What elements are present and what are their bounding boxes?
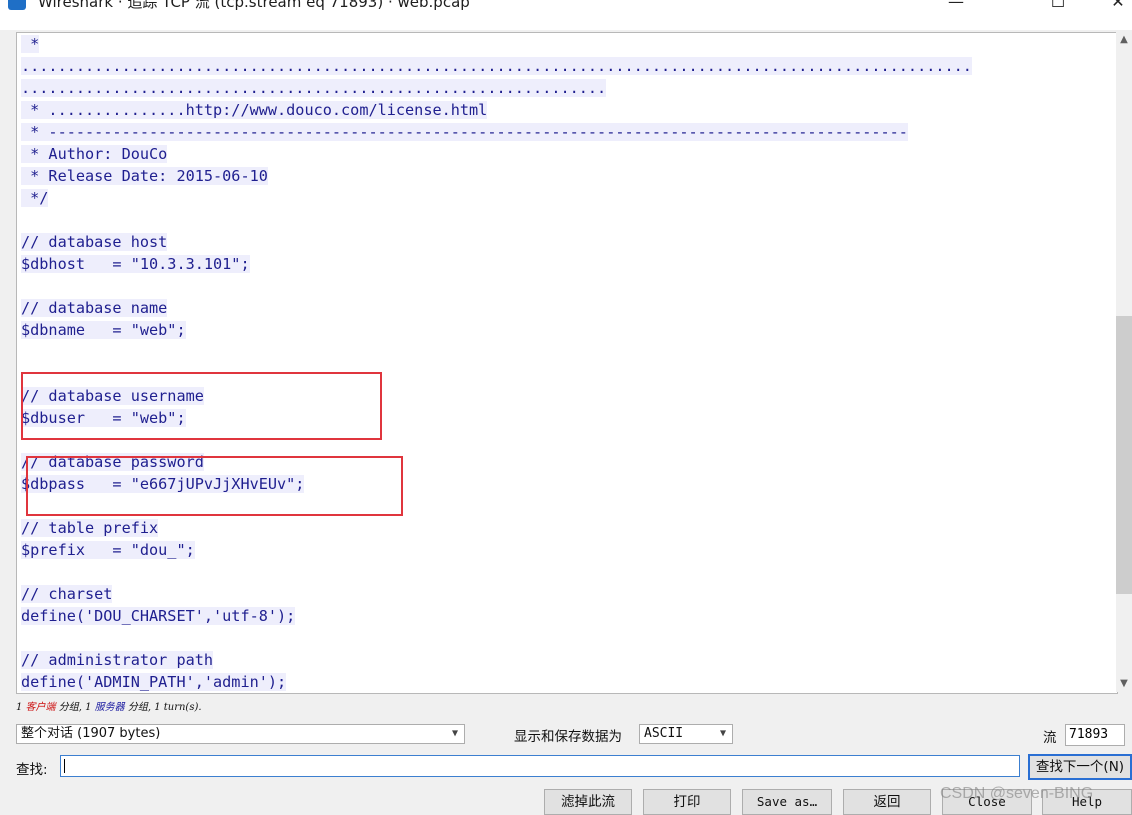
stream-line-text: */ xyxy=(21,189,49,207)
stream-line-text: // database host xyxy=(21,233,168,251)
stream-line: ........................................… xyxy=(21,55,972,77)
maximize-button[interactable]: ☐ xyxy=(1038,0,1078,14)
print-button[interactable]: 打印 xyxy=(643,789,731,815)
stream-line xyxy=(21,627,972,649)
vertical-scrollbar[interactable]: ▲ ▼ xyxy=(1116,32,1132,692)
stream-line-text: // charset xyxy=(21,585,113,603)
filter-out-stream-button[interactable]: 滤掉此流 xyxy=(544,789,632,815)
stream-line-text: // database name xyxy=(21,299,168,317)
stream-line-text: * Author: DouCo xyxy=(21,145,168,163)
window-title: Wireshark · 追踪 TCP 流 (tcp.stream eq 7189… xyxy=(38,0,470,11)
find-input-box[interactable] xyxy=(60,755,1020,778)
scroll-thumb[interactable] xyxy=(1116,316,1132,594)
stream-line-text: $dbname = "web"; xyxy=(21,321,186,339)
stream-line: * xyxy=(21,33,972,55)
server-label: 服务器 xyxy=(94,702,125,713)
stream-line: // charset xyxy=(21,583,972,605)
show-as-label: 显示和保存数据为 xyxy=(514,729,622,745)
stream-text: *.......................................… xyxy=(21,33,972,693)
csdn-watermark: CSDN @seven-BING xyxy=(940,785,1094,802)
conversation-select[interactable]: 整个对话 (1907 bytes) ▼ xyxy=(16,724,465,744)
stream-label: 流 xyxy=(1043,730,1057,746)
stream-line-text: define('ADMIN_PATH','admin'); xyxy=(21,673,287,691)
find-label: 查找: xyxy=(16,762,48,778)
show-as-select[interactable]: ASCII ▼ xyxy=(639,724,733,744)
stream-line: define('DOU_CHARSET','utf-8'); xyxy=(21,605,972,627)
stream-line: $dbname = "web"; xyxy=(21,319,972,341)
text-caret xyxy=(64,759,65,773)
chevron-down-icon: ▼ xyxy=(719,728,726,739)
stream-number-spinbox[interactable]: 71893 xyxy=(1065,724,1125,746)
stream-line: $dbhost = "10.3.3.101"; xyxy=(21,253,972,275)
stream-line xyxy=(21,209,972,231)
save-as-button[interactable]: Save as… xyxy=(742,789,832,815)
stream-line xyxy=(21,341,972,363)
stream-content-pane[interactable]: *.......................................… xyxy=(16,32,1118,694)
wireshark-icon xyxy=(8,0,26,10)
stream-line-text: ........................................… xyxy=(21,57,972,75)
stream-line-text: $prefix = "dou_"; xyxy=(21,541,195,559)
stream-line xyxy=(21,561,972,583)
stream-line: * ...............http://www.douco.com/li… xyxy=(21,99,972,121)
stream-line-text: define('DOU_CHARSET','utf-8'); xyxy=(21,607,296,625)
back-button[interactable]: 返回 xyxy=(843,789,931,815)
scroll-down-icon[interactable]: ▼ xyxy=(1116,676,1132,692)
find-next-button[interactable]: 查找下一个(N) xyxy=(1028,754,1132,780)
stream-line-text: * --------------------------------------… xyxy=(21,123,908,141)
close-window-button[interactable]: ✕ xyxy=(1098,0,1132,14)
stream-line: // database host xyxy=(21,231,972,253)
stream-line: // database name xyxy=(21,297,972,319)
stream-line-text: // table prefix xyxy=(21,519,159,537)
stream-line xyxy=(21,275,972,297)
stream-line: * --------------------------------------… xyxy=(21,121,972,143)
stream-line-text: $dbhost = "10.3.3.101"; xyxy=(21,255,250,273)
stream-line-text: ........................................… xyxy=(21,79,607,97)
stream-line: * Author: DouCo xyxy=(21,143,972,165)
find-input[interactable] xyxy=(61,757,1019,778)
annotation-box-password xyxy=(26,456,403,516)
annotation-box-username xyxy=(21,372,382,440)
stream-line: * Release Date: 2015-06-10 xyxy=(21,165,972,187)
stream-summary: 1 客户端 分组, 1 服务器 分组, 1 turn(s). xyxy=(16,702,202,713)
chevron-down-icon: ▼ xyxy=(451,728,458,739)
title-bar: Wireshark · 追踪 TCP 流 (tcp.stream eq 7189… xyxy=(0,0,1132,30)
stream-line-text: * Release Date: 2015-06-10 xyxy=(21,167,268,185)
stream-line-text: * ...............http://www.douco.com/li… xyxy=(21,101,488,119)
stream-line: ........................................… xyxy=(21,77,972,99)
stream-line: define('ADMIN_PATH','admin'); xyxy=(21,671,972,693)
stream-line: // table prefix xyxy=(21,517,972,539)
stream-line: // administrator path xyxy=(21,649,972,671)
stream-line: */ xyxy=(21,187,972,209)
scroll-up-icon[interactable]: ▲ xyxy=(1116,32,1132,48)
stream-line-text: // administrator path xyxy=(21,651,214,669)
client-label: 客户端 xyxy=(25,702,56,713)
stream-line: $prefix = "dou_"; xyxy=(21,539,972,561)
stream-line-text: * xyxy=(21,35,40,53)
minimize-button[interactable]: — xyxy=(936,0,976,14)
